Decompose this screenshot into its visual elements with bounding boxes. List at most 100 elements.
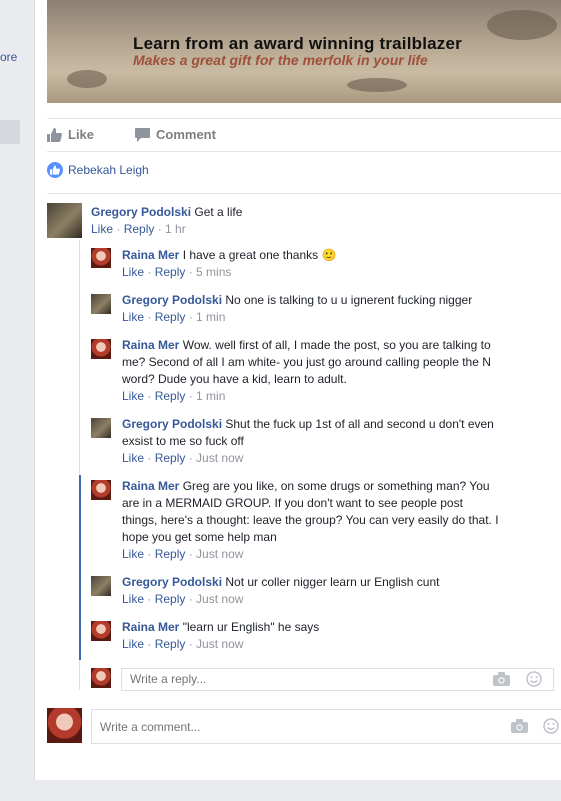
reply-meta: Like · Reply · Just now <box>122 547 244 561</box>
thumbs-up-icon <box>47 128 62 142</box>
camera-icon[interactable] <box>493 672 510 686</box>
emoji-icon[interactable] <box>526 671 542 687</box>
reply-item: Raina Mer I have a great one thanks 🙂 Li… <box>122 247 561 281</box>
comment-input[interactable] <box>98 719 442 735</box>
reply-item: Raina Mer "learn ur English" he says Lik… <box>122 619 561 653</box>
reply-meta: Like · Reply · 1 min <box>122 310 226 324</box>
reply-text-line: exsist to me so fuck off <box>122 434 244 448</box>
avatar[interactable] <box>47 203 82 238</box>
reply-text-line: word? Dude you have a kid, learn to adul… <box>122 372 347 386</box>
image-decoration <box>487 10 557 40</box>
left-sidebar: ore <box>0 0 34 801</box>
comment-reply-link[interactable]: Reply <box>124 222 155 236</box>
likers-name[interactable]: Rebekah Leigh <box>68 163 149 177</box>
emoji-icon[interactable] <box>543 718 559 734</box>
reply-author[interactable]: Raina Mer <box>122 479 179 493</box>
image-decoration <box>347 78 407 92</box>
like-button[interactable]: Like <box>47 127 94 142</box>
reply-reply-link[interactable]: Reply <box>155 592 186 606</box>
reply-meta: Like · Reply · Just now <box>122 592 244 606</box>
comment-icon <box>135 128 150 142</box>
reply-field[interactable] <box>121 668 554 691</box>
reply-text: "learn ur English" he says <box>182 620 320 634</box>
reply-text: I have a great one thanks <box>182 248 319 262</box>
comment-like-link[interactable]: Like <box>91 222 113 236</box>
avatar[interactable] <box>91 418 111 438</box>
reply-reply-link[interactable]: Reply <box>155 265 186 279</box>
reply-time[interactable]: 1 min <box>196 389 225 403</box>
comment-time[interactable]: 1 hr <box>165 222 186 236</box>
reply-author[interactable]: Raina Mer <box>122 248 179 262</box>
see-more-link[interactable]: ore <box>0 50 17 64</box>
avatar[interactable] <box>91 576 111 596</box>
reply-reply-link[interactable]: Reply <box>155 637 186 651</box>
reply-item: Gregory Podolski Not ur coller nigger le… <box>122 574 561 608</box>
reply-text: Not ur coller nigger learn ur English cu… <box>225 575 440 589</box>
reply-author[interactable]: Gregory Podolski <box>122 575 222 589</box>
avatar[interactable] <box>91 294 111 314</box>
comment-item: Gregory Podolski Get a life Like · Reply… <box>91 204 551 238</box>
reply-time[interactable]: Just now <box>196 547 243 561</box>
reply-like-link[interactable]: Like <box>122 265 144 279</box>
reply-time[interactable]: Just now <box>196 451 243 465</box>
avatar[interactable] <box>91 339 111 359</box>
reply-text-line: hope you get some help man <box>122 530 277 544</box>
reply-text: No one is talking to u u ignerent fuckin… <box>225 293 473 307</box>
image-caption-subtitle: Makes a great gift for the merfolk in yo… <box>133 52 428 68</box>
reply-text-line: Shut the fuck up 1st of all and second u… <box>225 417 494 431</box>
reply-text-line: me? Second of all I am white- you just g… <box>122 355 491 369</box>
reply-like-link[interactable]: Like <box>122 547 144 561</box>
reply-author[interactable]: Raina Mer <box>122 620 179 634</box>
reply-text-line: Wow. well first of all, I made the post,… <box>182 338 491 352</box>
reply-like-link[interactable]: Like <box>122 389 144 403</box>
image-caption-title: Learn from an award winning trailblazer <box>133 34 462 53</box>
reply-reply-link[interactable]: Reply <box>155 389 186 403</box>
comment-author[interactable]: Gregory Podolski <box>91 205 191 219</box>
comment-field[interactable] <box>91 709 561 744</box>
thread-highlight <box>79 475 81 660</box>
smile-emoji-icon: 🙂 <box>321 248 337 262</box>
reply-reply-link[interactable]: Reply <box>155 310 186 324</box>
comment-text: Get a life <box>194 205 243 219</box>
image-decoration <box>67 70 107 88</box>
reply-item: Gregory Podolski No one is talking to u … <box>122 292 561 326</box>
reply-author[interactable]: Gregory Podolski <box>122 293 222 307</box>
reply-item: Gregory Podolski Shut the fuck up 1st of… <box>122 416 561 467</box>
sidebar-highlight <box>0 120 20 144</box>
reply-time[interactable]: Just now <box>196 637 243 651</box>
avatar[interactable] <box>91 480 111 500</box>
reply-item: Raina Mer Greg are you like, on some dru… <box>122 478 561 563</box>
reply-item: Raina Mer Wow. well first of all, I made… <box>122 337 561 405</box>
reply-author[interactable]: Raina Mer <box>122 338 179 352</box>
reply-meta: Like · Reply · Just now <box>122 637 244 651</box>
reply-time[interactable]: 5 mins <box>196 265 231 279</box>
reply-meta: Like · Reply · 1 min <box>122 389 226 403</box>
reply-text-line: things, here's a thought: leave the grou… <box>122 513 499 527</box>
avatar[interactable] <box>91 248 111 268</box>
comment-button[interactable]: Comment <box>135 127 216 142</box>
reply-like-link[interactable]: Like <box>122 451 144 465</box>
post-actions-bar: Like Comment <box>47 118 561 152</box>
comment-meta: Like · Reply · 1 hr <box>91 222 186 236</box>
reply-meta: Like · Reply · Just now <box>122 451 244 465</box>
reply-meta: Like · Reply · 5 mins <box>122 265 232 279</box>
reply-input[interactable] <box>128 671 472 687</box>
like-reaction-icon <box>47 162 63 178</box>
divider <box>47 193 561 194</box>
reply-like-link[interactable]: Like <box>122 310 144 324</box>
reply-reply-link[interactable]: Reply <box>155 451 186 465</box>
like-label: Like <box>68 127 95 142</box>
reply-time[interactable]: 1 min <box>196 310 225 324</box>
avatar[interactable] <box>91 621 111 641</box>
reply-time[interactable]: Just now <box>196 592 243 606</box>
page-background <box>34 780 561 801</box>
reply-author[interactable]: Gregory Podolski <box>122 417 222 431</box>
likers-summary[interactable]: Rebekah Leigh <box>47 162 149 178</box>
post-image[interactable]: Learn from an award winning trailblazer … <box>47 0 561 103</box>
avatar[interactable] <box>47 708 82 743</box>
reply-like-link[interactable]: Like <box>122 592 144 606</box>
camera-icon[interactable] <box>511 719 528 733</box>
reply-reply-link[interactable]: Reply <box>155 547 186 561</box>
avatar[interactable] <box>91 668 111 688</box>
reply-like-link[interactable]: Like <box>122 637 144 651</box>
